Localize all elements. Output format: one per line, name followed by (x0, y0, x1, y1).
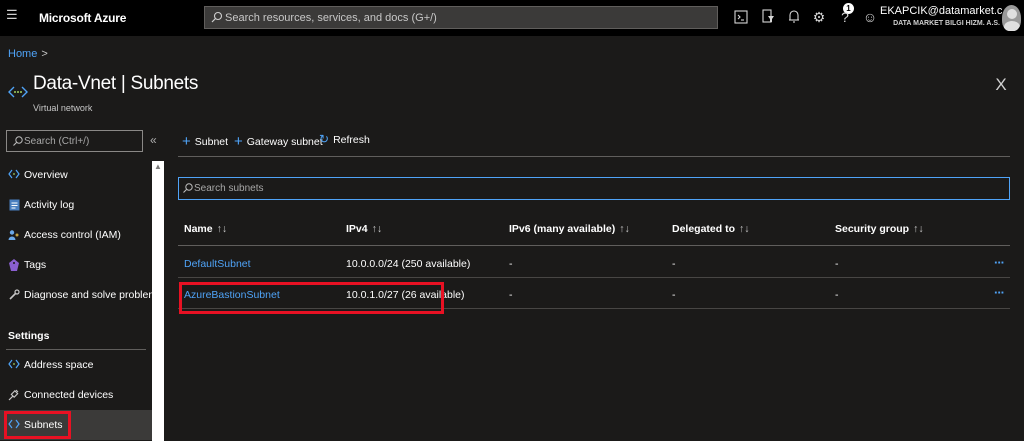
search-icon (183, 183, 193, 193)
avatar-head (1007, 9, 1017, 19)
sidebar-item-activity-log[interactable]: Activity log (0, 190, 152, 220)
column-header-delegated[interactable]: Delegated to ↑↓ (672, 223, 750, 235)
sidebar-item-tags[interactable]: Tags (0, 250, 152, 280)
sidebar-item-diagnose[interactable]: Diagnose and solve problems (0, 280, 162, 310)
resource-menu: « Overview Activity log Access control (… (0, 128, 166, 441)
column-header-label: Delegated to (672, 223, 736, 235)
account-user: EKAPCIK@datamarket.c... (880, 5, 1012, 17)
avatar[interactable] (1002, 5, 1021, 31)
column-header-label: IPv6 (many available) (509, 223, 616, 235)
activity-log-icon (8, 199, 20, 211)
sidebar-item-connected-devices[interactable]: Connected devices (0, 380, 152, 410)
global-search[interactable] (204, 6, 718, 29)
top-bar: ☰ Microsoft Azure 1 ⚙ ? ☺ EKAPCIK@datama… (0, 0, 1024, 36)
sidebar-item-label: Access control (IAM) (24, 229, 121, 241)
sidebar-item-label: Diagnose and solve problems (24, 289, 163, 301)
vnet-icon (8, 359, 20, 371)
column-header-label: IPv4 (346, 223, 368, 235)
iam-icon (8, 229, 20, 241)
breadcrumb: Home > (8, 48, 48, 60)
add-subnet-label: Subnet (194, 136, 229, 148)
scroll-up-icon[interactable]: ▲ (154, 162, 162, 171)
plus-icon: + (234, 133, 243, 150)
column-header-name[interactable]: Name ↑↓ (184, 223, 227, 235)
column-header-label: Security group (835, 223, 910, 235)
sort-icon[interactable]: ↑↓ (913, 223, 924, 235)
sort-icon[interactable]: ↑↓ (619, 223, 630, 235)
column-header-ipv6[interactable]: IPv6 (many available) ↑↓ (509, 223, 630, 235)
cloud-shell-icon[interactable] (732, 7, 750, 27)
toolbar-divider (178, 156, 1010, 157)
column-header-ipv4[interactable]: IPv4 ↑↓ (346, 223, 382, 235)
delegated-cell: - (672, 258, 676, 270)
sidebar-item-label: Address space (24, 359, 94, 371)
global-search-input[interactable] (225, 7, 705, 28)
sort-icon[interactable]: ↑↓ (739, 223, 750, 235)
sidebar-item-label: Tags (24, 259, 47, 271)
ipv4-cell: 10.0.0.0/24 (250 available) (346, 258, 471, 270)
settings-icon[interactable]: ⚙ (810, 7, 828, 27)
security-group-cell: - (835, 258, 839, 270)
add-gateway-subnet-label: Gateway subnet (246, 136, 323, 148)
sidebar-item-access-control[interactable]: Access control (IAM) (0, 220, 152, 250)
security-group-cell: - (835, 289, 839, 301)
menu-search[interactable] (6, 130, 143, 152)
account-info[interactable]: EKAPCIK@datamarket.c... DATA MARKET BILG… (880, 5, 1012, 27)
highlight-box-bastion-name (179, 282, 269, 314)
avatar-body (1004, 21, 1020, 31)
subnet-search-input[interactable] (194, 178, 994, 199)
row-divider (178, 277, 1010, 278)
directory-filter-icon[interactable] (759, 7, 777, 27)
subnet-search[interactable] (178, 177, 1010, 200)
refresh-label: Refresh (333, 134, 370, 146)
sidebar-item-overview[interactable]: Overview (0, 160, 152, 190)
menu-search-input[interactable] (24, 131, 140, 151)
vnet-icon (8, 84, 28, 100)
highlight-box-subnets (4, 411, 71, 439)
hamburger-icon[interactable]: ☰ (6, 8, 18, 21)
feedback-icon[interactable]: ☺ (861, 7, 879, 27)
sidebar-item-label: Connected devices (24, 389, 114, 401)
breadcrumb-home[interactable]: Home (8, 48, 37, 60)
plus-icon: + (182, 133, 191, 150)
column-header-label: Name (184, 223, 213, 235)
column-header-security-group[interactable]: Security group ↑↓ (835, 223, 924, 235)
refresh-button[interactable]: ↻ Refresh (319, 132, 370, 150)
refresh-icon: ↻ (319, 132, 330, 146)
search-icon (13, 136, 23, 146)
help-icon[interactable]: ? (836, 7, 854, 27)
add-gateway-subnet-button[interactable]: + Gateway subnet (234, 132, 323, 150)
plug-icon (8, 389, 20, 401)
account-org: DATA MARKET BILGI HIZM. A.S. (893, 20, 1000, 27)
wrench-icon (8, 289, 20, 301)
subnet-name-link[interactable]: DefaultSubnet (184, 258, 251, 270)
ipv6-cell: - (509, 258, 513, 270)
tag-icon (8, 259, 20, 271)
sidebar-item-address-space[interactable]: Address space (0, 350, 152, 380)
sidebar-section-settings: Settings (8, 330, 50, 342)
chevron-right-icon: > (41, 48, 48, 60)
page-subtitle: Virtual network (33, 103, 93, 113)
vnet-icon (8, 169, 20, 181)
portal-brand[interactable]: Microsoft Azure (39, 11, 126, 25)
close-icon[interactable]: X (993, 76, 1009, 94)
sidebar-item-label: Activity log (24, 199, 75, 211)
sort-icon[interactable]: ↑↓ (217, 223, 228, 235)
more-options-icon[interactable]: ··· (994, 285, 1005, 300)
sidebar-scrollbar[interactable]: ▲ (152, 161, 164, 441)
search-icon (211, 11, 223, 23)
page-title: Data-Vnet | Subnets (33, 73, 199, 94)
table-header-divider (178, 245, 1010, 246)
delegated-cell: - (672, 289, 676, 301)
sort-icon[interactable]: ↑↓ (372, 223, 383, 235)
more-options-icon[interactable]: ··· (994, 255, 1005, 270)
notifications-icon[interactable]: 1 (785, 3, 854, 27)
sidebar-item-label: Overview (24, 169, 68, 181)
add-subnet-button[interactable]: + Subnet (182, 132, 228, 150)
collapse-menu-icon[interactable]: « (150, 133, 157, 147)
ipv6-cell: - (509, 289, 513, 301)
